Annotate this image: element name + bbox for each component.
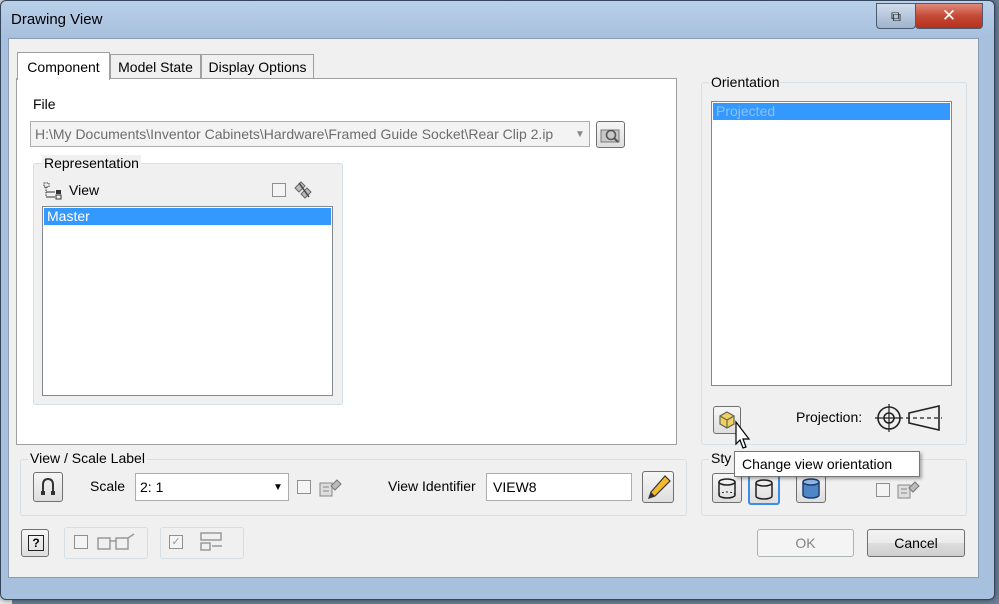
shaded-button[interactable] (796, 473, 826, 503)
view-representation-icon (43, 182, 62, 200)
scale-value: 2: 1 (140, 479, 164, 495)
view-identifier-label: View Identifier (388, 478, 476, 494)
cancel-button[interactable]: Cancel (867, 529, 965, 557)
close-button[interactable]: ✕ (915, 3, 983, 29)
tab-component[interactable]: Component (17, 52, 110, 80)
orientation-label: Orientation (709, 74, 782, 90)
orientation-list[interactable]: Projected (711, 101, 952, 386)
hidden-line-removed-button[interactable] (748, 473, 780, 505)
file-label: File (33, 96, 56, 112)
pencil-icon (648, 475, 671, 499)
help-icon: ? (28, 535, 44, 551)
close-icon: ✕ (941, 6, 957, 25)
restore-button[interactable]: ⧉ (876, 3, 916, 29)
orientation-tooltip: Change view orientation (734, 451, 920, 477)
edit-view-label-button[interactable] (33, 472, 63, 502)
view-identifier-input[interactable]: VIEW8 (486, 473, 632, 501)
tab-model-state[interactable]: Model State (110, 54, 201, 79)
dialog-title: Drawing View (11, 11, 103, 28)
browse-folder-icon (600, 129, 620, 143)
representation-list[interactable]: Master (42, 206, 333, 396)
hidden-line-cylinder-icon (718, 478, 736, 499)
file-combobox[interactable]: H:\My Documents\Inventor Cabinets\Hardwa… (30, 121, 590, 147)
view-identifier-value: VIEW8 (493, 479, 537, 495)
mouse-cursor-icon (735, 420, 751, 449)
list-item[interactable]: Master (44, 208, 331, 225)
representation-label: Representation (42, 155, 141, 171)
chevron-down-icon[interactable]: ▼ (571, 129, 589, 140)
chevron-down-icon[interactable]: ▼ (268, 482, 288, 493)
browse-file-button[interactable] (596, 121, 625, 148)
edit-view-label-text-button[interactable] (642, 471, 674, 503)
style-from-base-checkbox[interactable] (876, 483, 890, 497)
preview-checkbox[interactable] (74, 535, 88, 549)
view-label: View (69, 182, 100, 198)
ok-button[interactable]: OK (757, 529, 854, 557)
view-scale-label-title: View / Scale Label (28, 450, 147, 466)
scale-label: Scale (90, 478, 126, 494)
help-button[interactable]: ? (21, 529, 49, 557)
raster-view-icon (200, 532, 222, 551)
shaded-cylinder-icon (802, 478, 820, 499)
list-item[interactable]: Projected (713, 103, 950, 120)
glasses-icon (97, 533, 135, 550)
scale-visibility-checkbox[interactable] (297, 480, 311, 494)
scale-combobox[interactable]: 2: 1 ▼ (135, 473, 289, 501)
visible-line-cylinder-icon (755, 479, 773, 500)
file-path: H:\My Documents\Inventor Cabinets\Hardwa… (35, 126, 554, 142)
raster-view-checkbox[interactable]: ✓ (169, 535, 183, 549)
scale-toggle-icon (319, 479, 342, 497)
tab-display-options[interactable]: Display Options (201, 54, 314, 79)
associative-link-icon (294, 181, 312, 199)
associative-checkbox[interactable] (272, 183, 286, 197)
view-label-icon (41, 477, 55, 495)
style-link-icon (897, 481, 920, 499)
projection-label: Projection: (796, 409, 863, 425)
first-angle-projection-icon[interactable] (874, 403, 904, 433)
third-angle-projection-icon[interactable] (906, 403, 942, 433)
hidden-line-button[interactable] (712, 473, 742, 503)
restore-icon: ⧉ (891, 7, 901, 24)
